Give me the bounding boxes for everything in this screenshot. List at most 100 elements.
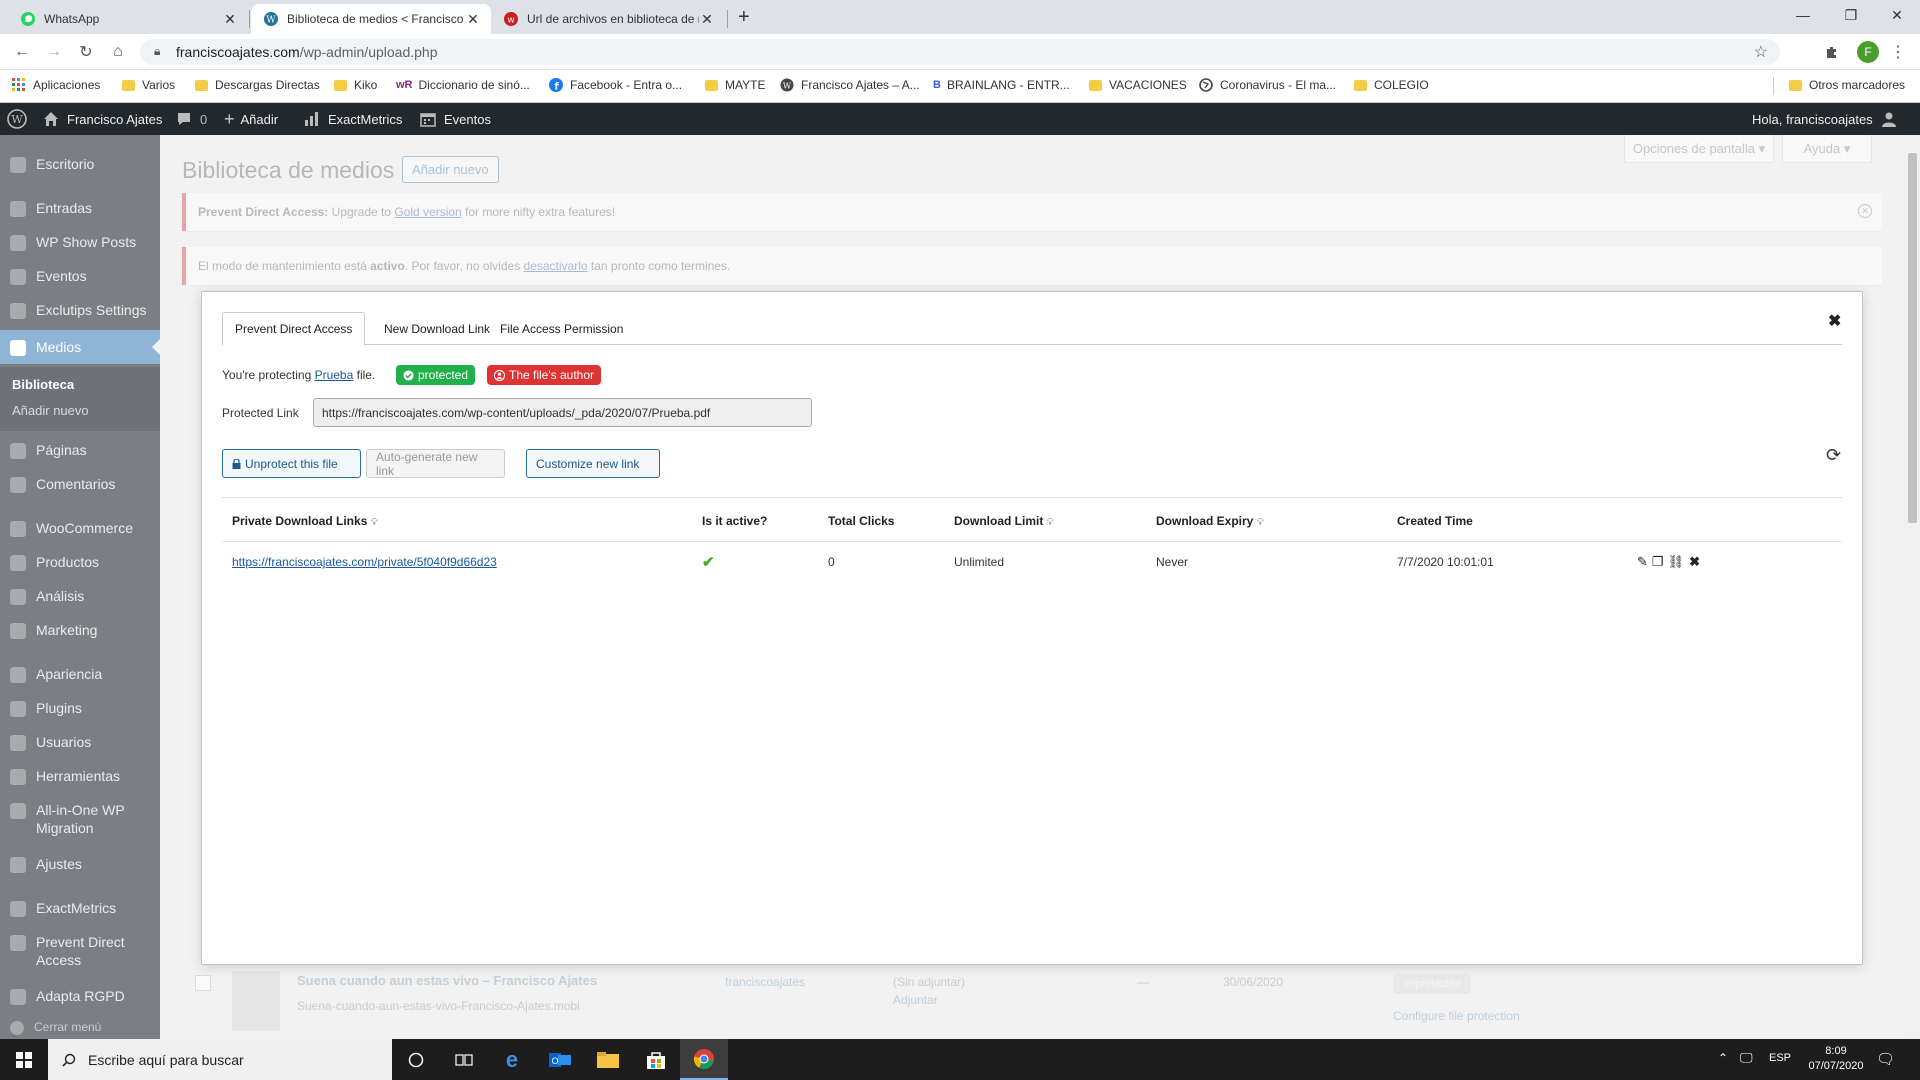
deactivate-link[interactable]: desactivarlo	[524, 259, 588, 273]
gold-version-link[interactable]: Gold version	[394, 205, 461, 219]
add-new-link[interactable]: + Añadir	[224, 103, 278, 135]
private-download-link[interactable]: https://franciscoajates.com/private/5f04…	[232, 555, 497, 569]
address-bar[interactable]: 🔒︎ franciscoajates.com/wp-admin/upload.p…	[140, 39, 1780, 65]
edit-icon[interactable]: ✎	[1637, 554, 1648, 569]
sidebar-item-medios[interactable]: Medios	[0, 330, 160, 364]
back-button[interactable]: ←	[10, 40, 34, 64]
sidebar-item-analisis[interactable]: Análisis	[0, 588, 160, 605]
language-indicator[interactable]: ESP	[1769, 1052, 1791, 1064]
eventos-link[interactable]: Eventos	[420, 103, 491, 135]
tab-new-download-link[interactable]: New Download Link	[372, 312, 502, 345]
chrome-taskbar-icon[interactable]	[680, 1039, 728, 1080]
sidebar-item-exclutips[interactable]: Exclutips Settings	[0, 302, 160, 319]
media-attach-link[interactable]: Adjuntar	[893, 993, 938, 1007]
notifications-icon[interactable]: 🗨︎	[1876, 1050, 1895, 1068]
bookmark-aplicaciones[interactable]: Aplicaciones	[12, 78, 100, 92]
sidebar-item-marketing[interactable]: Marketing	[0, 622, 160, 639]
dismiss-notice-icon[interactable]: ✕	[1858, 204, 1872, 218]
bookmark-varios[interactable]: Varios	[122, 78, 175, 92]
page-scrollbar[interactable]	[1905, 135, 1920, 1039]
cortana-icon[interactable]	[392, 1039, 440, 1080]
clock[interactable]: 8:09 07/07/2020	[1808, 1044, 1864, 1074]
home-button[interactable]: ⌂	[106, 40, 130, 64]
lock-icon[interactable]: 🔒︎	[154, 44, 160, 59]
collapse-menu-button[interactable]: Cerrar menú	[0, 1020, 160, 1035]
outlook-icon[interactable]: O	[536, 1039, 584, 1080]
sidebar-item-escritorio[interactable]: Escritorio	[0, 156, 160, 173]
bookmark-brainlang[interactable]: B BRAINLANG - ENTR...	[933, 78, 1070, 92]
browser-tab-biblioteca[interactable]: W Biblioteca de medios < Francisco ✕	[251, 4, 491, 34]
close-window-button[interactable]: ✕	[1874, 0, 1920, 30]
media-author[interactable]: franciscoajates	[725, 975, 805, 989]
sidebar-item-wp-show-posts[interactable]: WP Show Posts	[0, 234, 160, 251]
submenu-biblioteca[interactable]: Biblioteca	[12, 377, 74, 392]
sidebar-item-herramientas[interactable]: Herramientas	[0, 768, 160, 785]
autogenerate-link-button[interactable]: Auto-generate new link	[366, 449, 505, 478]
wp-logo-icon[interactable]: W	[7, 103, 27, 135]
sidebar-item-all-in-one[interactable]: All-in-One WP Migration	[0, 802, 160, 836]
tab-file-access-permission[interactable]: File Access Permission	[488, 312, 635, 345]
delete-icon[interactable]: ✖	[1689, 554, 1700, 569]
edge-icon[interactable]: e	[488, 1039, 536, 1080]
bookmark-coronavirus[interactable]: Coronavirus - El ma...	[1199, 78, 1336, 92]
copy-icon[interactable]: ❐	[1652, 554, 1664, 569]
sidebar-item-plugins[interactable]: Plugins	[0, 700, 160, 717]
refresh-icon[interactable]: ⟳	[1826, 445, 1841, 466]
taskbar-search-box[interactable]: Escribe aquí para buscar	[48, 1039, 392, 1080]
maximize-button[interactable]: ❐	[1828, 0, 1874, 30]
bookmark-facebook[interactable]: f Facebook - Entra o...	[549, 78, 682, 92]
reload-button[interactable]: ↻	[74, 40, 98, 64]
bookmark-diccionario[interactable]: wR Diccionario de sinó...	[396, 78, 530, 92]
new-tab-button[interactable]: +	[738, 6, 750, 29]
minimize-button[interactable]: —	[1780, 0, 1826, 30]
task-view-icon[interactable]	[440, 1039, 488, 1080]
screen-options-button[interactable]: Opciones de pantalla ▾	[1624, 135, 1774, 163]
sidebar-item-usuarios[interactable]: Usuarios	[0, 734, 160, 751]
file-name-link[interactable]: Prueba	[315, 368, 354, 382]
close-tab-icon[interactable]: ✕	[222, 11, 238, 28]
sidebar-item-exactmetrics[interactable]: ExactMetrics	[0, 900, 160, 917]
file-explorer-icon[interactable]	[584, 1039, 632, 1080]
close-tab-icon[interactable]: ✕	[465, 11, 481, 28]
sidebar-item-paginas[interactable]: Páginas	[0, 442, 160, 459]
comments-link[interactable]: 0	[176, 103, 207, 135]
bookmark-star-icon[interactable]: ☆	[1754, 42, 1768, 62]
bookmark-vacaciones[interactable]: VACACIONES	[1089, 78, 1187, 92]
bookmark-descargas[interactable]: Descargas Directas	[195, 78, 320, 92]
forward-button[interactable]: →	[42, 40, 66, 64]
protected-link-field[interactable]	[313, 398, 812, 427]
bookmark-colegio[interactable]: COLEGIO	[1354, 78, 1429, 92]
sidebar-item-eventos[interactable]: Eventos	[0, 268, 160, 285]
bookmark-mayte[interactable]: MAYTE	[705, 78, 765, 92]
tray-chevron-icon[interactable]: ⌃	[1718, 1051, 1728, 1065]
sidebar-item-prevent-direct-access[interactable]: Prevent Direct Access	[0, 934, 160, 968]
sidebar-item-ajustes[interactable]: Ajustes	[0, 856, 160, 873]
sidebar-item-apariencia[interactable]: Apariencia	[0, 666, 160, 683]
chrome-menu-icon[interactable]: ⋮	[1886, 40, 1910, 64]
browser-tab-url-archivos[interactable]: w Url de archivos en biblioteca de n ✕	[491, 4, 725, 34]
unprotect-file-button[interactable]: Unprotect this file	[222, 449, 361, 478]
configure-protection-link[interactable]: Configure file protection	[1393, 1009, 1520, 1023]
sidebar-item-woocommerce[interactable]: WooCommerce	[0, 520, 160, 537]
customize-link-button[interactable]: Customize new link	[526, 449, 660, 478]
add-new-media-button[interactable]: Añadir nuevo	[402, 156, 499, 183]
site-name-link[interactable]: Francisco Ajates	[43, 103, 162, 135]
unlink-icon[interactable]: ⛓	[1668, 554, 1685, 569]
store-icon[interactable]	[632, 1039, 680, 1080]
row-checkbox[interactable]	[195, 975, 211, 991]
submenu-add-new[interactable]: Añadir nuevo	[12, 403, 89, 418]
bookmark-francisco[interactable]: W Francisco Ajates – A...	[780, 78, 920, 92]
tab-prevent-direct-access[interactable]: Prevent Direct Access	[222, 312, 366, 346]
sidebar-item-comentarios[interactable]: Comentarios	[0, 476, 160, 493]
sidebar-item-entradas[interactable]: Entradas	[0, 200, 160, 217]
sidebar-item-adapta-rgpd[interactable]: Adapta RGPD	[0, 988, 160, 1005]
extensions-icon[interactable]	[1820, 40, 1844, 64]
media-title-link[interactable]: Suena cuando aun estas vivo – Francisco …	[297, 973, 597, 988]
profile-avatar[interactable]: F	[1857, 41, 1879, 63]
help-button[interactable]: Ayuda ▾	[1782, 135, 1872, 163]
bookmark-kiko[interactable]: Kiko	[334, 78, 377, 92]
sidebar-item-productos[interactable]: Productos	[0, 554, 160, 571]
windows-start-icon[interactable]	[0, 1039, 48, 1080]
scrollbar-thumb[interactable]	[1908, 153, 1917, 523]
browser-tab-whatsapp[interactable]: WhatsApp ✕	[8, 4, 248, 34]
